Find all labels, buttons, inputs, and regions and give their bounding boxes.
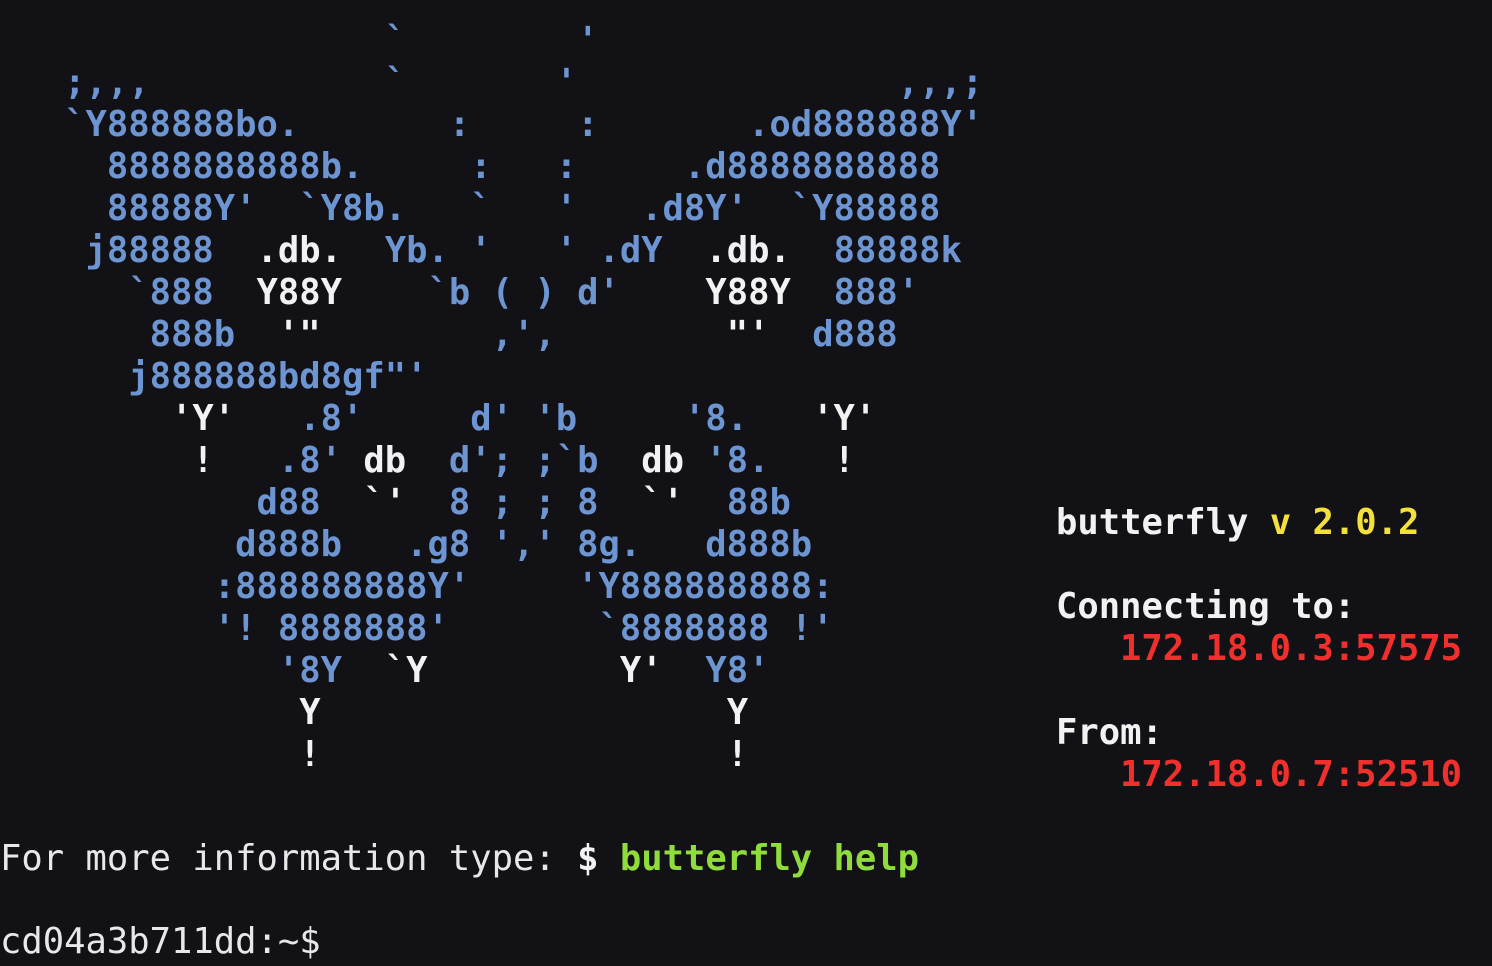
art-segment: d888b .g8 ',' 8g. d888b <box>0 524 813 565</box>
art-segment: 'Y' <box>170 398 236 439</box>
art-segment: `' <box>363 482 407 523</box>
connecting-label: Connecting to: <box>1056 586 1356 627</box>
art-line: d88 `' 8 ; ; 8 `' 88b <box>0 482 791 524</box>
art-segment <box>0 734 299 775</box>
art-segment: 8 ; ; 8 <box>406 482 642 523</box>
art-segment: Y <box>726 692 749 733</box>
art-segment: "' <box>726 314 770 355</box>
art-segment: ! <box>726 734 749 775</box>
art-segment: j888888bd8gf"' <box>0 356 428 397</box>
art-segment <box>0 398 171 439</box>
shell-prompt-line[interactable]: cd04a3b711dd:~$ <box>0 921 342 963</box>
art-segment: `Y <box>384 650 428 691</box>
art-segment: '" <box>277 314 321 355</box>
from-address: 172.18.0.7:52510 <box>1120 754 1462 795</box>
art-line: 888b '" ,', "' d888 <box>0 314 898 356</box>
art-segment: ` ' <box>0 20 599 61</box>
art-line: '! 8888888' `8888888 !' <box>0 608 834 650</box>
art-segment: ! <box>192 440 214 481</box>
art-line: ` ' <box>0 20 599 62</box>
art-segment: 88b <box>683 482 791 523</box>
art-segment: d88 <box>0 482 364 523</box>
art-segment: Yb. ' ' .dY <box>341 230 706 271</box>
art-segment: '8Y <box>0 650 385 691</box>
art-segment: `' <box>641 482 684 523</box>
art-segment: `b ( ) d' <box>341 272 706 313</box>
art-segment: ! <box>299 734 321 775</box>
art-line: '8Y `Y Y' Y8' <box>0 650 770 692</box>
art-segment: 888b <box>0 314 278 355</box>
art-segment <box>0 440 192 481</box>
art-segment: Y88Y <box>705 272 791 313</box>
art-line: ! .8' db d'; ;`b db '8. ! <box>0 440 855 482</box>
art-segment: 88888k <box>790 230 962 271</box>
art-segment: 888' <box>790 272 920 313</box>
art-line: ! ! <box>0 734 748 776</box>
art-segment: d'; ;`b <box>406 440 642 481</box>
help-command: butterfly help <box>619 838 920 879</box>
art-segment: Y88Y <box>256 272 342 313</box>
art-segment: .db. <box>705 230 791 271</box>
art-segment: Y <box>299 692 321 733</box>
shell-prompt: cd04a3b711dd:~$ <box>0 921 342 962</box>
art-segment: .8' <box>213 440 364 481</box>
art-line: `Y888888bo. : : .od888888Y' <box>0 104 983 146</box>
art-line: ;,,, ` ' ,,,; <box>0 62 983 104</box>
art-segment: `Y888888bo. : : .od888888Y' <box>0 104 984 145</box>
art-line: j888888bd8gf"' <box>0 356 427 398</box>
art-segment <box>0 692 299 733</box>
art-line: `888 Y88Y `b ( ) d' Y88Y 888' <box>0 272 919 314</box>
art-line: 'Y' .8' d' 'b '8. 'Y' <box>0 398 876 440</box>
art-segment: :888888888Y' 'Y888888888: <box>0 566 834 607</box>
art-segment: ;,,, ` ' ,,,; <box>0 62 984 103</box>
art-segment: d888 <box>769 314 898 355</box>
art-segment: 'Y' <box>812 398 877 439</box>
help-prefix: For more information type: <box>0 838 578 879</box>
art-line: j88888 .db. Yb. ' ' .dY .db. 88888k <box>0 230 962 272</box>
art-segment: j88888 <box>0 230 257 271</box>
art-segment: Y8' <box>662 650 770 691</box>
art-segment <box>427 650 619 691</box>
art-line: 8888888888b. : : .d8888888888 <box>0 146 941 188</box>
app-version: v 2.0.2 <box>1269 502 1420 543</box>
art-segment: ,', <box>320 314 727 355</box>
app-name: butterfly <box>1056 502 1249 543</box>
art-line: 88888Y' `Y8b. ` ' .d8Y' `Y88888 <box>0 188 941 230</box>
art-line: d888b .g8 ',' 8g. d888b <box>0 524 812 566</box>
app-title-line: butterfly v 2.0.2 <box>1056 502 1419 544</box>
from-label: From: <box>1056 712 1163 753</box>
art-line: Y Y <box>0 692 748 734</box>
art-segment: db <box>641 440 684 481</box>
art-segment: Y' <box>619 650 663 691</box>
art-segment: 88888Y' `Y8b. ` ' .d8Y' `Y88888 <box>0 188 941 229</box>
art-segment: db <box>363 440 407 481</box>
art-segment: '8. <box>683 440 834 481</box>
art-line: :888888888Y' 'Y888888888: <box>0 566 834 608</box>
art-segment <box>321 734 727 775</box>
art-segment: ! <box>833 440 855 481</box>
help-hint-line: For more information type: $ butterfly h… <box>0 838 919 880</box>
art-segment: .db. <box>256 230 342 271</box>
connecting-address: 172.18.0.3:57575 <box>1120 628 1462 669</box>
art-segment <box>321 692 727 733</box>
art-segment: '! 8888888' `8888888 !' <box>0 608 834 649</box>
help-dollar: $ <box>577 838 620 879</box>
art-segment: 8888888888b. : : .d8888888888 <box>0 146 941 187</box>
art-segment: .8' d' 'b '8. <box>235 398 813 439</box>
art-segment: `888 <box>0 272 257 313</box>
